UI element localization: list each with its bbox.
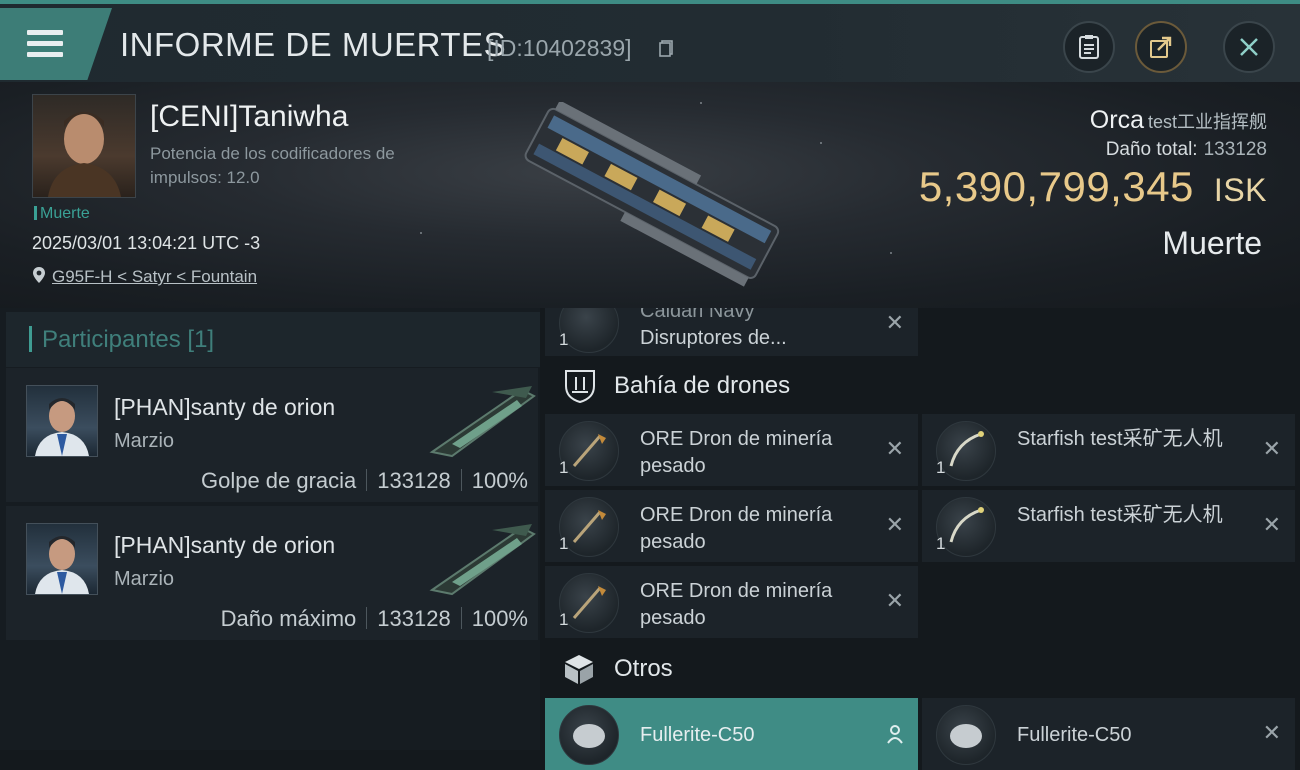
clipboard-button[interactable] xyxy=(1063,21,1115,73)
victim-avatar-icon xyxy=(48,112,121,197)
other-item[interactable]: Fullerite-C50 ✕ xyxy=(922,698,1295,770)
item-quantity: 1 xyxy=(559,610,569,629)
pilot-ship: Marzio xyxy=(114,568,175,590)
item-name: ORE Dron de minería pesado xyxy=(640,428,833,477)
drone-item[interactable]: 1 Starfish test采矿无人机 ✕ xyxy=(922,490,1295,562)
participant-stats: Daño máximo 133128 100% xyxy=(221,606,528,632)
kill-id: [ID:10402839] xyxy=(487,35,632,61)
top-bar: INFORME DE MUERTES [ID:10402839] xyxy=(0,0,1300,82)
remove-icon[interactable]: ✕ xyxy=(1263,512,1281,538)
drone-item[interactable]: 1 Starfish test采矿无人机 ✕ xyxy=(922,414,1295,486)
pilot-icon[interactable] xyxy=(886,724,904,744)
drone-bay-header: Bahía de drones xyxy=(545,362,925,412)
menu-button[interactable] xyxy=(0,8,112,80)
ship-info: Orca test工业指挥舰 Daño total: 133128 5,390,79… xyxy=(919,106,1267,262)
victim-attribute: Potencia de los codificadores de impulso… xyxy=(150,144,395,187)
item-quantity: 1 xyxy=(559,458,569,477)
kill-result: Muerte xyxy=(1162,225,1262,261)
pilot-avatar[interactable] xyxy=(26,385,98,457)
ship-name[interactable]: Orca test工业指挥舰 xyxy=(919,106,1267,135)
cube-icon xyxy=(565,655,593,684)
close-button[interactable] xyxy=(1223,21,1275,73)
total-damage-value: 133128 xyxy=(1203,139,1267,160)
item-quantity: 1 xyxy=(936,458,946,477)
share-icon xyxy=(1150,36,1172,58)
kill-badge: Muerte xyxy=(34,205,90,223)
remove-icon[interactable]: ✕ xyxy=(886,436,904,462)
item-name: Fullerite-C50 xyxy=(1017,724,1132,746)
victim-name[interactable]: [CENI]Taniwha xyxy=(150,100,348,134)
drone-item[interactable]: 1 ORE Dron de minería pesado ✕ xyxy=(545,490,918,562)
remove-icon[interactable]: ✕ xyxy=(886,512,904,538)
item-quantity: 1 xyxy=(559,330,569,349)
fullerite-icon xyxy=(559,705,619,765)
remove-icon[interactable]: ✕ xyxy=(886,588,904,614)
other-title: Otros xyxy=(614,655,673,682)
participant-percent: 100% xyxy=(471,468,528,493)
remove-icon[interactable]: ✕ xyxy=(1263,720,1281,746)
victim-summary: [CENI]Taniwha Potencia de los codificado… xyxy=(0,82,1300,308)
pilot-avatar[interactable] xyxy=(26,523,98,595)
isk-value: 5,390,799,345 ISK xyxy=(918,163,1267,210)
participant-row[interactable]: [PHAN]santy de orion Marzio Golpe de gra… xyxy=(6,368,538,502)
share-button[interactable] xyxy=(1135,21,1187,73)
participant-percent: 100% xyxy=(471,606,528,631)
pilot-icon xyxy=(35,536,89,594)
item-quantity: 1 xyxy=(559,534,569,553)
drone-bay-title: Bahía de drones xyxy=(614,372,791,399)
attacker-ship-image[interactable] xyxy=(422,520,542,600)
page-title: INFORME DE MUERTES xyxy=(120,26,507,63)
kill-location[interactable]: G95F-H < Satyr < Fountain xyxy=(32,266,257,287)
remove-icon[interactable]: ✕ xyxy=(886,310,904,336)
other-item-selected[interactable]: Fullerite-C50 xyxy=(545,698,918,770)
participants-title: Participantes [1] xyxy=(29,326,214,354)
other-header: Otros xyxy=(545,645,925,695)
item-name: ORE Dron de minería pesado xyxy=(640,504,833,553)
kill-datetime: 2025/03/01 13:04:21 UTC -3 xyxy=(32,233,261,253)
attacker-ship-image[interactable] xyxy=(422,382,542,462)
item-quantity: 1 xyxy=(936,534,946,553)
item-name: Starfish test采矿无人机 xyxy=(1017,504,1223,526)
pilot-name[interactable]: [PHAN]santy de orion xyxy=(114,532,335,559)
top-damage-label: Daño máximo xyxy=(220,606,357,631)
ship-subtitle: test工业指挥舰 xyxy=(1147,112,1267,132)
pilot-name[interactable]: [PHAN]santy de orion xyxy=(114,394,335,421)
location-link[interactable]: G95F-H < Satyr < Fountain xyxy=(52,267,257,286)
victim-portrait[interactable] xyxy=(32,94,136,198)
fullerite-icon xyxy=(936,705,996,765)
participant-damage: 133128 xyxy=(377,606,451,631)
pilot-icon xyxy=(35,398,89,456)
remove-icon[interactable]: ✕ xyxy=(1263,436,1281,462)
copy-icon[interactable] xyxy=(659,40,673,57)
isk-unit: ISK xyxy=(1213,172,1267,208)
menu-icon xyxy=(27,30,63,60)
close-icon xyxy=(1240,38,1258,56)
participant-damage: 133128 xyxy=(377,468,451,493)
total-damage: Daño total: 133128 xyxy=(1105,139,1267,160)
participant-row[interactable]: [PHAN]santy de orion Marzio Daño máximo 1… xyxy=(6,506,538,640)
location-pin-icon xyxy=(33,267,45,283)
participant-stats: Golpe de gracia 133128 100% xyxy=(201,468,528,494)
item-name: Fullerite-C50 xyxy=(640,724,755,746)
drone-item[interactable]: 1 ORE Dron de minería pesado ✕ xyxy=(545,414,918,486)
item-name: Starfish test采矿无人机 xyxy=(1017,428,1223,450)
drone-item[interactable]: 1 ORE Dron de minería pesado ✕ xyxy=(545,566,918,638)
item-name: ORE Dron de minería pesado xyxy=(640,580,833,629)
clipboard-icon xyxy=(1079,35,1099,59)
drone-bay-icon xyxy=(565,370,595,404)
final-blow-label: Golpe de gracia xyxy=(200,468,357,493)
pilot-ship: Marzio xyxy=(114,430,175,452)
victim-ship-image[interactable] xyxy=(505,102,795,292)
